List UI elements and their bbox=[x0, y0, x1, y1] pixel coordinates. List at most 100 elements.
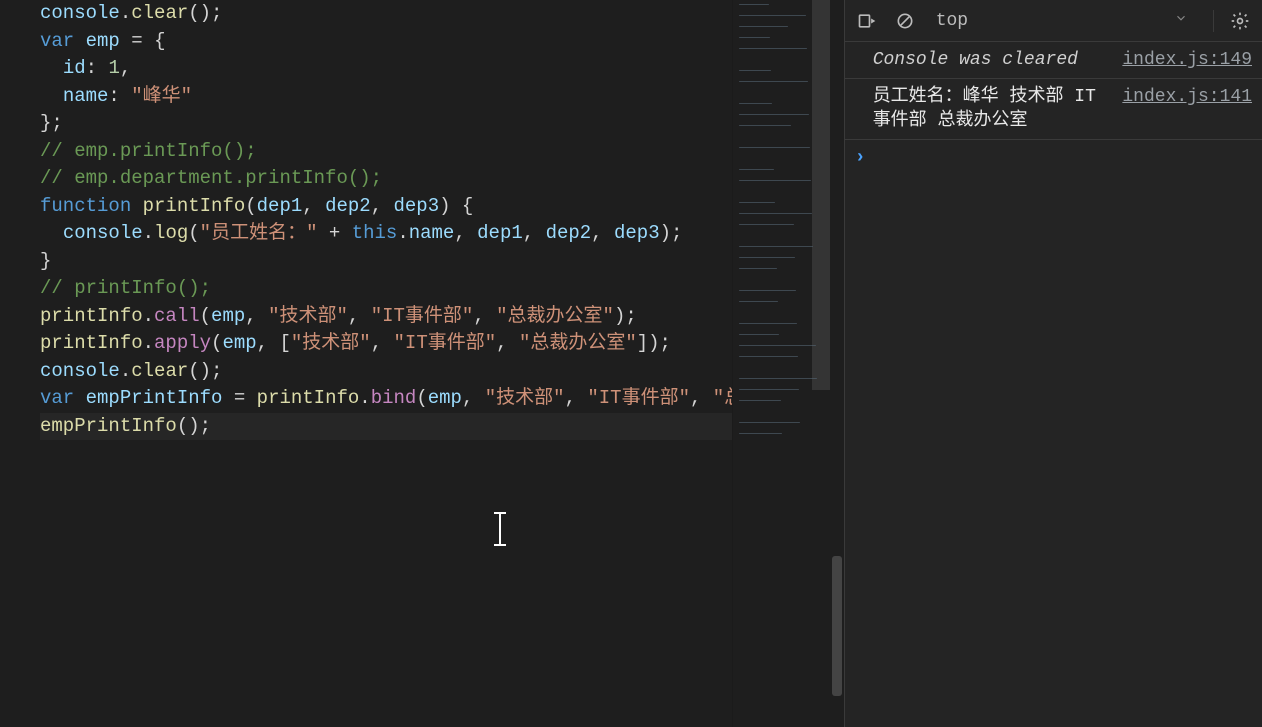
minimap-line bbox=[739, 81, 808, 82]
minimap-line bbox=[739, 169, 774, 170]
code-token: , bbox=[565, 387, 588, 409]
code-line[interactable]: name: "峰华" bbox=[40, 83, 732, 111]
code-line[interactable]: console.clear(); bbox=[40, 358, 732, 386]
code-token: console bbox=[40, 2, 120, 24]
code-token: , bbox=[496, 332, 519, 354]
vertical-scrollbar-thumb[interactable] bbox=[832, 556, 842, 696]
console-message-source-link[interactable]: index.js:141 bbox=[1122, 85, 1252, 133]
minimap-line bbox=[739, 202, 775, 203]
code-token: emp bbox=[222, 332, 256, 354]
code-token: ]); bbox=[637, 332, 671, 354]
code-token: } bbox=[40, 250, 51, 272]
minimap-line bbox=[739, 345, 816, 346]
code-line[interactable]: } bbox=[40, 248, 732, 276]
code-token: emp bbox=[211, 305, 245, 327]
code-line[interactable]: empPrintInfo(); bbox=[40, 413, 732, 441]
code-token: dep2 bbox=[546, 222, 592, 244]
code-area[interactable]: console.clear();var emp = { id: 1, name:… bbox=[0, 0, 732, 727]
code-token: ); bbox=[660, 222, 683, 244]
console-input[interactable] bbox=[874, 146, 1253, 170]
code-token: , bbox=[302, 195, 325, 217]
code-token: printInfo bbox=[40, 332, 143, 354]
code-token: dep3 bbox=[394, 195, 440, 217]
clear-console-icon[interactable] bbox=[893, 9, 917, 33]
code-token: (); bbox=[188, 2, 222, 24]
code-token: id bbox=[63, 57, 86, 79]
minimap-line bbox=[739, 378, 817, 379]
minimap-line bbox=[739, 147, 810, 148]
code-token: ( bbox=[211, 332, 222, 354]
code-token: , bbox=[462, 387, 485, 409]
code-line[interactable]: }; bbox=[40, 110, 732, 138]
gear-icon[interactable] bbox=[1228, 9, 1252, 33]
code-token: , bbox=[348, 305, 371, 327]
code-token: clear bbox=[131, 2, 188, 24]
code-token: ( bbox=[416, 387, 427, 409]
code-token: "峰华" bbox=[131, 85, 192, 107]
code-line[interactable]: console.log("员工姓名：" + this.name, dep1, d… bbox=[40, 220, 732, 248]
code-token: call bbox=[154, 305, 200, 327]
code-token: emp bbox=[428, 387, 462, 409]
console-input-row: › bbox=[845, 140, 1262, 170]
devtools-toolbar: top bbox=[845, 0, 1262, 42]
minimap-line bbox=[739, 103, 772, 104]
code-token: dep1 bbox=[257, 195, 303, 217]
editor-pane[interactable]: console.clear();var emp = { id: 1, name:… bbox=[0, 0, 844, 727]
code-token: var bbox=[40, 387, 74, 409]
text-cursor-icon bbox=[489, 512, 511, 546]
code-token: printInfo bbox=[40, 305, 143, 327]
code-line[interactable]: function printInfo(dep1, dep2, dep3) { bbox=[40, 193, 732, 221]
code-token: "技术部" bbox=[485, 387, 565, 409]
minimap-line bbox=[739, 323, 797, 324]
code-token: clear bbox=[131, 360, 188, 382]
console-message-source-link[interactable]: index.js:149 bbox=[1122, 48, 1252, 72]
minimap-line bbox=[739, 422, 800, 423]
code-token: "IT事件部" bbox=[587, 387, 690, 409]
code-token: empPrintInfo bbox=[86, 387, 223, 409]
code-line[interactable]: console.clear(); bbox=[40, 0, 732, 28]
chevron-down-icon bbox=[1174, 11, 1188, 31]
minimap-line bbox=[739, 37, 770, 38]
minimap-line bbox=[739, 224, 794, 225]
code-token: "IT事件部" bbox=[371, 305, 474, 327]
code-token: bind bbox=[371, 387, 417, 409]
vertical-scrollbar[interactable] bbox=[830, 0, 844, 727]
code-token: . bbox=[143, 305, 154, 327]
code-token: , [ bbox=[257, 332, 291, 354]
code-token: printInfo bbox=[143, 195, 246, 217]
code-token: : bbox=[86, 57, 109, 79]
code-token: "总裁办公室" bbox=[519, 332, 637, 354]
code-line[interactable]: var emp = { bbox=[40, 28, 732, 56]
code-token: , bbox=[690, 387, 713, 409]
code-line[interactable]: // emp.department.printInfo(); bbox=[40, 165, 732, 193]
toggle-device-toolbar-icon[interactable] bbox=[855, 9, 879, 33]
code-token: (); bbox=[188, 360, 222, 382]
code-token: . bbox=[143, 332, 154, 354]
code-token: . bbox=[143, 222, 154, 244]
code-token: name bbox=[409, 222, 455, 244]
minimap-scroll-thumb[interactable] bbox=[812, 0, 830, 390]
code-token: 1 bbox=[108, 57, 119, 79]
minimap[interactable] bbox=[732, 0, 830, 727]
minimap-line bbox=[739, 125, 791, 126]
minimap-line bbox=[739, 268, 777, 269]
minimap-line bbox=[739, 356, 798, 357]
code-token bbox=[143, 30, 154, 52]
code-line[interactable]: var empPrintInfo = printInfo.bind(emp, "… bbox=[40, 385, 732, 413]
code-line[interactable]: id: 1, bbox=[40, 55, 732, 83]
toolbar-divider bbox=[1213, 10, 1214, 32]
code-line[interactable]: printInfo.apply(emp, ["技术部", "IT事件部", "总… bbox=[40, 330, 732, 358]
code-line[interactable]: printInfo.call(emp, "技术部", "IT事件部", "总裁办… bbox=[40, 303, 732, 331]
code-token: . bbox=[397, 222, 408, 244]
code-token bbox=[131, 195, 142, 217]
minimap-line bbox=[739, 301, 778, 302]
code-line[interactable]: // printInfo(); bbox=[40, 275, 732, 303]
code-token bbox=[40, 57, 63, 79]
execution-context-selector[interactable]: top bbox=[931, 7, 1193, 35]
code-token: , bbox=[371, 332, 394, 354]
code-token: ( bbox=[245, 195, 256, 217]
code-line[interactable]: // emp.printInfo(); bbox=[40, 138, 732, 166]
code-token: dep2 bbox=[325, 195, 371, 217]
console-messages[interactable]: Console was clearedindex.js:149员工姓名：峰华 技… bbox=[845, 42, 1262, 727]
minimap-line bbox=[739, 15, 806, 16]
